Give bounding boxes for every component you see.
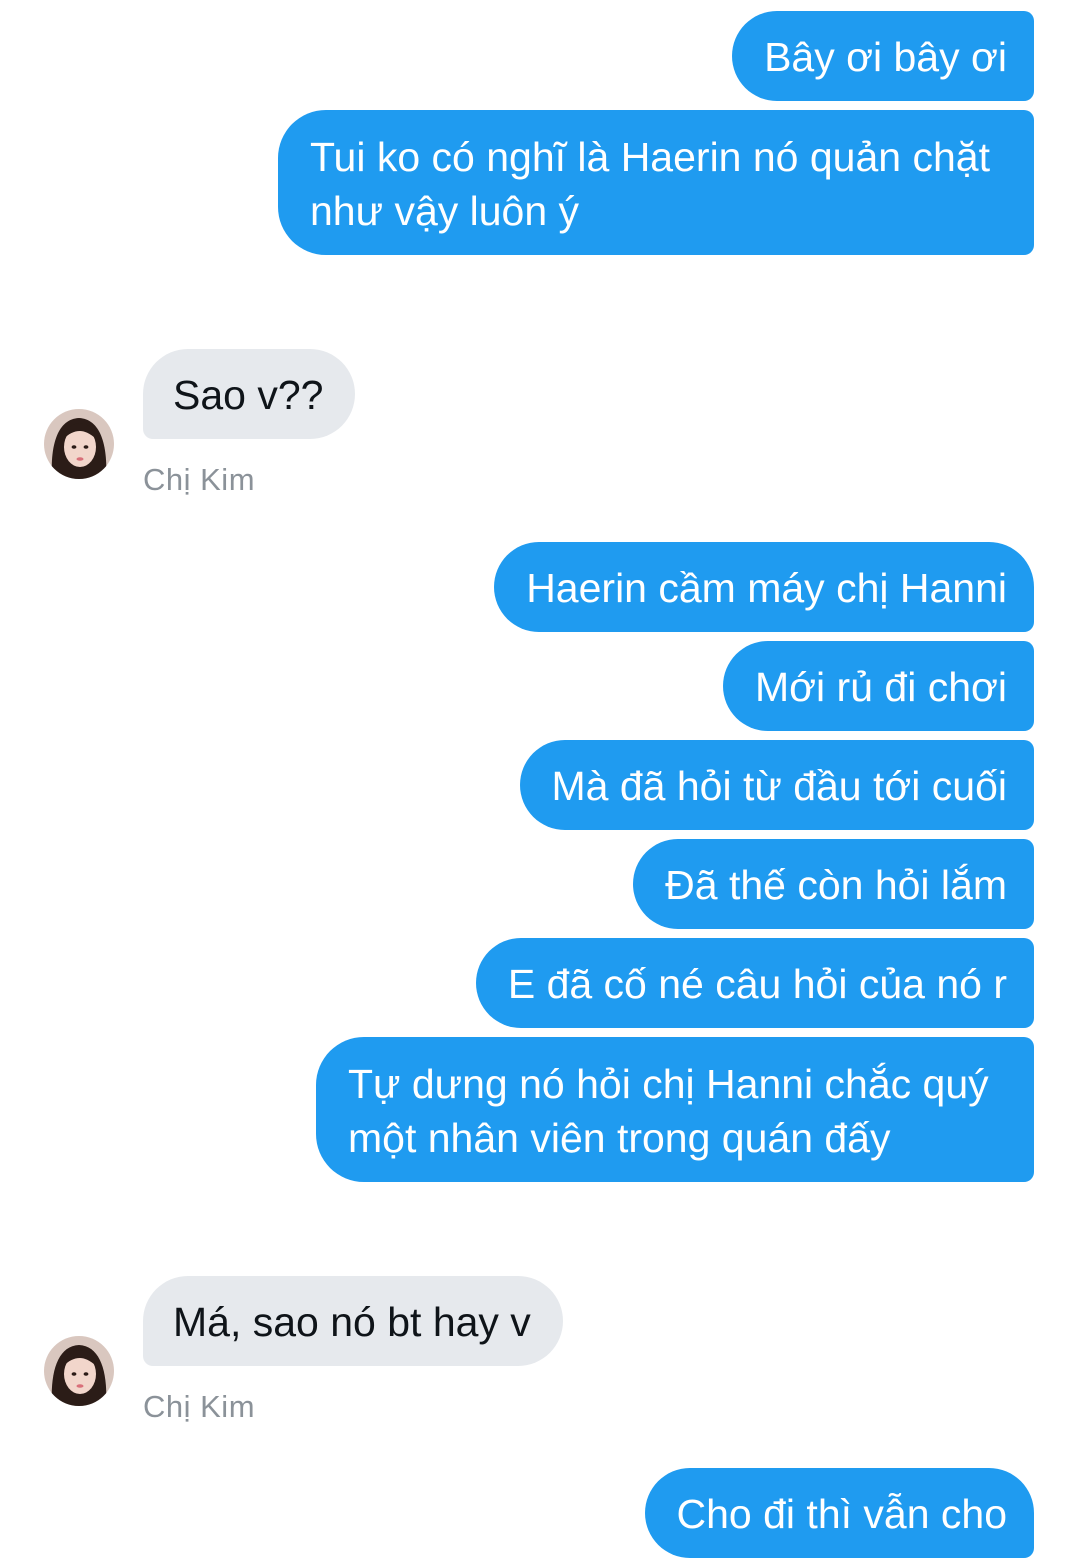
- contact-avatar[interactable]: [44, 409, 114, 479]
- message-bubble-outgoing[interactable]: E đã cố né câu hỏi của nó r: [475, 938, 1034, 1028]
- avatar-portrait: [44, 409, 114, 479]
- message-bubble-outgoing[interactable]: Bây ơi bây ơi: [732, 11, 1034, 101]
- message-bubble-outgoing[interactable]: Tự dưng nó hỏi chị Hanni chắc quý một nh…: [316, 1037, 1034, 1182]
- sender-name: Chị Kim: [143, 462, 256, 497]
- message-bubble-outgoing[interactable]: Cho đi thì vẫn cho: [644, 1468, 1034, 1558]
- message-bubble-outgoing[interactable]: Mới rủ đi chơi: [723, 641, 1034, 731]
- sender-name: Chị Kim: [143, 1389, 256, 1424]
- conversation-thread[interactable]: Bây ơi bây ơi Tui ko có nghĩ là Haerin n…: [0, 0, 1080, 1567]
- message-bubble-outgoing[interactable]: Tui ko có nghĩ là Haerin nó quản chặt nh…: [278, 110, 1034, 255]
- message-bubble-outgoing[interactable]: Mà đã hỏi từ đầu tới cuối: [519, 740, 1034, 830]
- message-bubble-outgoing[interactable]: Đã thế còn hỏi lắm: [633, 839, 1034, 929]
- message-bubble-outgoing[interactable]: Haerin cầm máy chị Hanni: [494, 542, 1034, 632]
- contact-avatar[interactable]: [44, 1336, 114, 1406]
- message-bubble-incoming[interactable]: Má, sao nó bt hay v: [143, 1276, 563, 1366]
- message-bubble-incoming[interactable]: Sao v??: [143, 349, 356, 439]
- avatar-portrait: [44, 1336, 114, 1406]
